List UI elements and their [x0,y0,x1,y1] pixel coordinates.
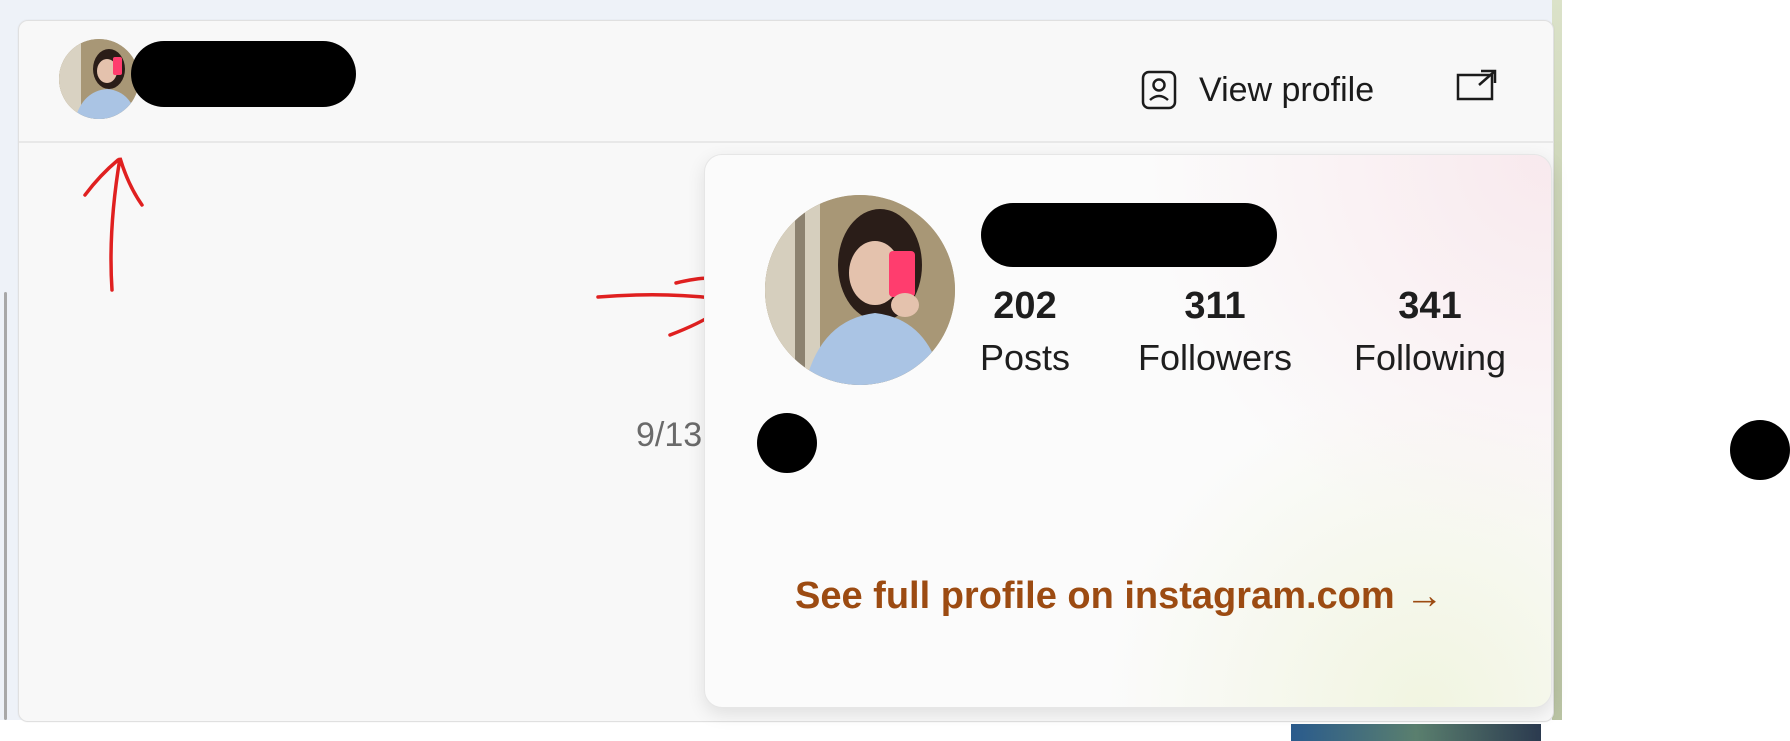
stat-posts-label: Posts [979,337,1071,378]
redacted-display-name [981,203,1277,267]
stat-following[interactable]: 341 Following [1340,283,1520,387]
stat-posts[interactable]: 202 Posts [965,283,1085,387]
see-full-profile-link[interactable]: See full profile on instagram.com → [795,575,1443,618]
stat-followers-label: Followers [1137,337,1293,378]
stat-followers-value: 311 [1184,285,1246,327]
red-arrow-up-head [83,158,120,197]
stat-following-label: Following [1353,337,1507,378]
profile-hover-card: 202 Posts 311 Followers 341 Following Se… [704,154,1552,708]
redacted-dot [1730,420,1790,480]
stat-following-value: 341 [1398,285,1462,327]
profile-card-avatar[interactable] [765,195,955,385]
profile-card-photo [765,195,955,385]
redacted-dot [757,413,817,473]
post-thumbnail[interactable] [1291,724,1541,741]
stat-followers[interactable]: 311 Followers [1125,283,1305,387]
red-arrow-right [596,292,714,300]
stat-posts-value: 202 [993,285,1057,327]
red-arrow-up [109,157,144,292]
